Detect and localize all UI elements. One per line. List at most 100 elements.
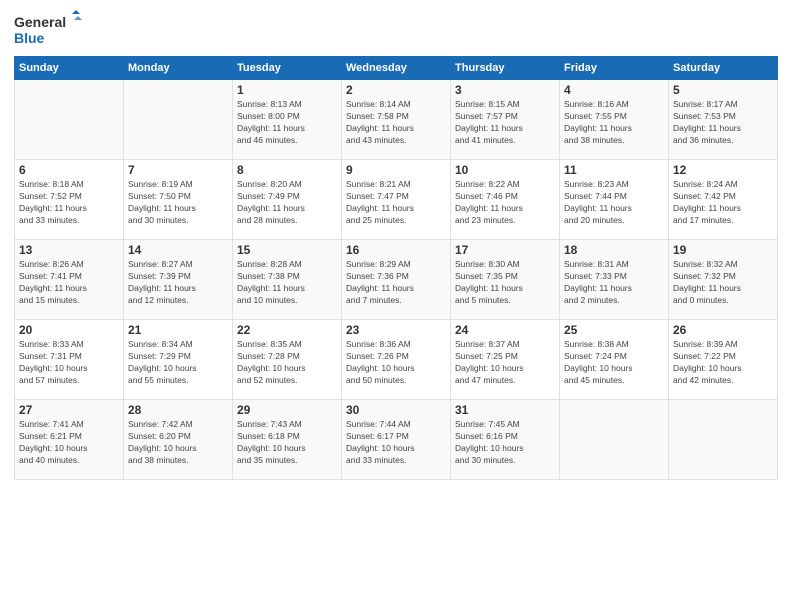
day-info: Sunrise: 7:43 AM Sunset: 6:18 PM Dayligh… xyxy=(237,419,337,467)
day-info: Sunrise: 8:39 AM Sunset: 7:22 PM Dayligh… xyxy=(673,339,773,387)
day-info: Sunrise: 8:35 AM Sunset: 7:28 PM Dayligh… xyxy=(237,339,337,387)
calendar-cell: 21 Sunrise: 8:34 AM Sunset: 7:29 PM Dayli… xyxy=(124,320,233,400)
day-info: Sunrise: 8:17 AM Sunset: 7:53 PM Dayligh… xyxy=(673,99,773,147)
calendar-cell: 29 Sunrise: 7:43 AM Sunset: 6:18 PM Dayli… xyxy=(233,400,342,480)
calendar-cell: 19 Sunrise: 8:32 AM Sunset: 7:32 PM Dayli… xyxy=(669,240,778,320)
calendar-cell xyxy=(15,80,124,160)
calendar-cell: 28Sunrise: 7:42 AM Sunset: 6:20 PM Dayli… xyxy=(124,400,233,480)
calendar-cell: 25 Sunrise: 8:38 AM Sunset: 7:24 PM Dayli… xyxy=(560,320,669,400)
weekday-header-tuesday: Tuesday xyxy=(233,57,342,80)
calendar-cell: 9Sunrise: 8:21 AM Sunset: 7:47 PM Daylig… xyxy=(342,160,451,240)
day-number: 20 xyxy=(19,323,119,337)
day-info: Sunrise: 8:37 AM Sunset: 7:25 PM Dayligh… xyxy=(455,339,555,387)
day-number: 29 xyxy=(237,403,337,417)
day-number: 8 xyxy=(237,163,337,177)
calendar-cell: 17 Sunrise: 8:30 AM Sunset: 7:35 PM Dayli… xyxy=(451,240,560,320)
calendar-cell: 26Sunrise: 8:39 AM Sunset: 7:22 PM Dayli… xyxy=(669,320,778,400)
week-row-3: 13 Sunrise: 8:26 AM Sunset: 7:41 PM Dayli… xyxy=(15,240,778,320)
day-info: Sunrise: 7:45 AM Sunset: 6:16 PM Dayligh… xyxy=(455,419,555,467)
day-info: Sunrise: 8:30 AM Sunset: 7:35 PM Dayligh… xyxy=(455,259,555,307)
day-info: Sunrise: 8:33 AM Sunset: 7:31 PM Dayligh… xyxy=(19,339,119,387)
calendar-cell: 31 Sunrise: 7:45 AM Sunset: 6:16 PM Dayli… xyxy=(451,400,560,480)
day-number: 16 xyxy=(346,243,446,257)
calendar-cell: 12 Sunrise: 8:24 AM Sunset: 7:42 PM Dayli… xyxy=(669,160,778,240)
day-info: Sunrise: 8:26 AM Sunset: 7:41 PM Dayligh… xyxy=(19,259,119,307)
logo: General Blue xyxy=(14,10,84,50)
day-number: 11 xyxy=(564,163,664,177)
day-number: 18 xyxy=(564,243,664,257)
day-info: Sunrise: 8:34 AM Sunset: 7:29 PM Dayligh… xyxy=(128,339,228,387)
day-info: Sunrise: 8:16 AM Sunset: 7:55 PM Dayligh… xyxy=(564,99,664,147)
day-info: Sunrise: 8:22 AM Sunset: 7:46 PM Dayligh… xyxy=(455,179,555,227)
week-row-2: 6 Sunrise: 8:18 AM Sunset: 7:52 PM Daylig… xyxy=(15,160,778,240)
calendar-cell: 8 Sunrise: 8:20 AM Sunset: 7:49 PM Daylig… xyxy=(233,160,342,240)
day-number: 12 xyxy=(673,163,773,177)
day-info: Sunrise: 8:29 AM Sunset: 7:36 PM Dayligh… xyxy=(346,259,446,307)
day-info: Sunrise: 8:36 AM Sunset: 7:26 PM Dayligh… xyxy=(346,339,446,387)
week-row-1: 1Sunrise: 8:13 AM Sunset: 8:00 PM Daylig… xyxy=(15,80,778,160)
calendar-cell: 5 Sunrise: 8:17 AM Sunset: 7:53 PM Daylig… xyxy=(669,80,778,160)
day-info: Sunrise: 8:28 AM Sunset: 7:38 PM Dayligh… xyxy=(237,259,337,307)
day-info: Sunrise: 8:18 AM Sunset: 7:52 PM Dayligh… xyxy=(19,179,119,227)
page-container: General Blue SundayMondayTuesdayWednesda… xyxy=(0,0,792,488)
calendar-cell: 2 Sunrise: 8:14 AM Sunset: 7:58 PM Daylig… xyxy=(342,80,451,160)
day-number: 9 xyxy=(346,163,446,177)
day-number: 7 xyxy=(128,163,228,177)
day-number: 3 xyxy=(455,83,555,97)
day-number: 1 xyxy=(237,83,337,97)
day-info: Sunrise: 8:24 AM Sunset: 7:42 PM Dayligh… xyxy=(673,179,773,227)
calendar-cell: 23 Sunrise: 8:36 AM Sunset: 7:26 PM Dayli… xyxy=(342,320,451,400)
day-info: Sunrise: 8:14 AM Sunset: 7:58 PM Dayligh… xyxy=(346,99,446,147)
calendar-cell: 6 Sunrise: 8:18 AM Sunset: 7:52 PM Daylig… xyxy=(15,160,124,240)
day-number: 31 xyxy=(455,403,555,417)
day-info: Sunrise: 8:19 AM Sunset: 7:50 PM Dayligh… xyxy=(128,179,228,227)
calendar-cell: 27 Sunrise: 7:41 AM Sunset: 6:21 PM Dayli… xyxy=(15,400,124,480)
calendar-cell: 20 Sunrise: 8:33 AM Sunset: 7:31 PM Dayli… xyxy=(15,320,124,400)
day-number: 10 xyxy=(455,163,555,177)
calendar-cell: 30 Sunrise: 7:44 AM Sunset: 6:17 PM Dayli… xyxy=(342,400,451,480)
day-info: Sunrise: 8:20 AM Sunset: 7:49 PM Dayligh… xyxy=(237,179,337,227)
calendar-cell: 18Sunrise: 8:31 AM Sunset: 7:33 PM Dayli… xyxy=(560,240,669,320)
day-info: Sunrise: 8:15 AM Sunset: 7:57 PM Dayligh… xyxy=(455,99,555,147)
day-number: 2 xyxy=(346,83,446,97)
day-number: 21 xyxy=(128,323,228,337)
day-number: 6 xyxy=(19,163,119,177)
logo-svg: General Blue xyxy=(14,10,84,50)
calendar-cell xyxy=(560,400,669,480)
day-number: 19 xyxy=(673,243,773,257)
calendar-cell: 4 Sunrise: 8:16 AM Sunset: 7:55 PM Daylig… xyxy=(560,80,669,160)
calendar-table: SundayMondayTuesdayWednesdayThursdayFrid… xyxy=(14,56,778,480)
day-info: Sunrise: 7:42 AM Sunset: 6:20 PM Dayligh… xyxy=(128,419,228,467)
day-info: Sunrise: 8:38 AM Sunset: 7:24 PM Dayligh… xyxy=(564,339,664,387)
day-number: 30 xyxy=(346,403,446,417)
day-number: 24 xyxy=(455,323,555,337)
day-number: 25 xyxy=(564,323,664,337)
day-info: Sunrise: 8:27 AM Sunset: 7:39 PM Dayligh… xyxy=(128,259,228,307)
day-number: 27 xyxy=(19,403,119,417)
calendar-cell: 7 Sunrise: 8:19 AM Sunset: 7:50 PM Daylig… xyxy=(124,160,233,240)
day-number: 17 xyxy=(455,243,555,257)
day-number: 15 xyxy=(237,243,337,257)
calendar-cell: 3 Sunrise: 8:15 AM Sunset: 7:57 PM Daylig… xyxy=(451,80,560,160)
day-info: Sunrise: 7:41 AM Sunset: 6:21 PM Dayligh… xyxy=(19,419,119,467)
weekday-header-row: SundayMondayTuesdayWednesdayThursdayFrid… xyxy=(15,57,778,80)
weekday-header-sunday: Sunday xyxy=(15,57,124,80)
day-info: Sunrise: 8:32 AM Sunset: 7:32 PM Dayligh… xyxy=(673,259,773,307)
day-info: Sunrise: 7:44 AM Sunset: 6:17 PM Dayligh… xyxy=(346,419,446,467)
weekday-header-monday: Monday xyxy=(124,57,233,80)
calendar-cell xyxy=(669,400,778,480)
day-number: 4 xyxy=(564,83,664,97)
calendar-cell: 11Sunrise: 8:23 AM Sunset: 7:44 PM Dayli… xyxy=(560,160,669,240)
day-number: 23 xyxy=(346,323,446,337)
svg-text:General: General xyxy=(14,14,66,30)
calendar-cell: 15 Sunrise: 8:28 AM Sunset: 7:38 PM Dayli… xyxy=(233,240,342,320)
calendar-cell xyxy=(124,80,233,160)
weekday-header-saturday: Saturday xyxy=(669,57,778,80)
week-row-4: 20 Sunrise: 8:33 AM Sunset: 7:31 PM Dayli… xyxy=(15,320,778,400)
calendar-cell: 1Sunrise: 8:13 AM Sunset: 8:00 PM Daylig… xyxy=(233,80,342,160)
day-number: 13 xyxy=(19,243,119,257)
calendar-cell: 13 Sunrise: 8:26 AM Sunset: 7:41 PM Dayli… xyxy=(15,240,124,320)
day-number: 5 xyxy=(673,83,773,97)
svg-text:Blue: Blue xyxy=(14,30,45,46)
calendar-cell: 10 Sunrise: 8:22 AM Sunset: 7:46 PM Dayli… xyxy=(451,160,560,240)
